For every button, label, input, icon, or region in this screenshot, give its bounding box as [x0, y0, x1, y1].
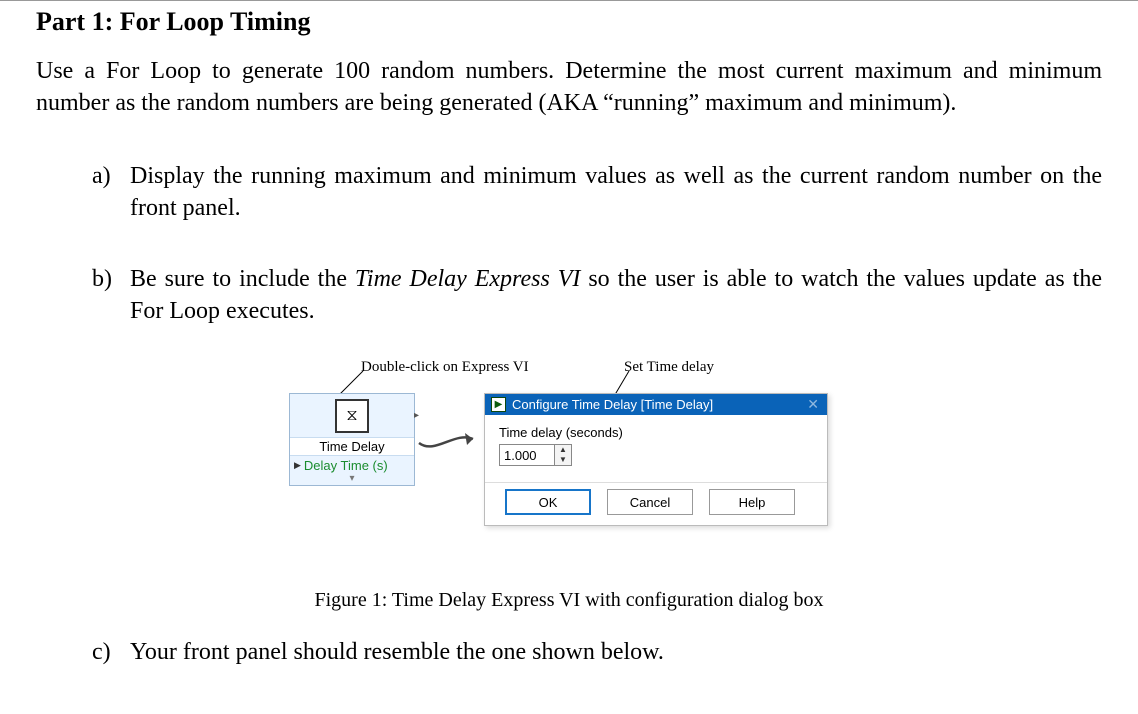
curved-arrow-icon [415, 425, 485, 465]
figure-1: Double-click on Express VI Set Time dela… [36, 365, 1102, 565]
item-letter: c) [92, 636, 130, 668]
chevron-down-icon[interactable]: ▼ [555, 455, 571, 465]
time-delay-label: Time delay (seconds) [499, 425, 813, 440]
express-vi-name: Time Delay [290, 437, 414, 456]
help-button[interactable]: Help [709, 489, 795, 515]
item-letter: b) [92, 263, 130, 328]
item-text: Your front panel should resemble the one… [130, 636, 664, 668]
dialog-titlebar: ▶ Configure Time Delay [Time Delay] ✕ [485, 394, 827, 415]
numeric-spinner[interactable]: ▲ ▼ [555, 444, 572, 466]
chevron-up-icon[interactable]: ▲ [555, 445, 571, 455]
time-delay-field[interactable] [499, 444, 555, 466]
chevron-right-icon: ▸ [414, 410, 419, 421]
configure-time-delay-dialog: ▶ Configure Time Delay [Time Delay] ✕ Ti… [484, 393, 828, 526]
item-text: Display the running maximum and minimum … [130, 160, 1102, 225]
time-delay-express-vi: ⧖ ▸ Time Delay ▶ Delay Time (s) ▾ [289, 393, 415, 486]
intro-paragraph: Use a For Loop to generate 100 random nu… [36, 55, 1102, 120]
figure-caption: Figure 1: Time Delay Express VI with con… [36, 589, 1102, 612]
run-arrow-icon: ▶ [491, 397, 506, 412]
cancel-button[interactable]: Cancel [607, 489, 693, 515]
list-item-b: b) Be sure to include the Time Delay Exp… [92, 263, 1102, 328]
chevron-down-icon: ▾ [290, 475, 414, 485]
hourglass-icon: ⧖ [335, 399, 369, 433]
list-item-c: c) Your front panel should resemble the … [92, 636, 1102, 668]
time-delay-input[interactable]: ▲ ▼ [499, 444, 813, 466]
list-item-a: a) Display the running maximum and minim… [92, 160, 1102, 225]
dialog-title-text: Configure Time Delay [Time Delay] [512, 397, 713, 412]
close-icon[interactable]: ✕ [807, 396, 819, 413]
item-letter: a) [92, 160, 130, 225]
chevron-right-icon: ▶ [294, 460, 301, 471]
annotation-double-click: Double-click on Express VI [361, 359, 529, 376]
ok-button[interactable]: OK [505, 489, 591, 515]
item-text: Be sure to include the Time Delay Expres… [130, 263, 1102, 328]
section-title: Part 1: For Loop Timing [36, 7, 1102, 37]
